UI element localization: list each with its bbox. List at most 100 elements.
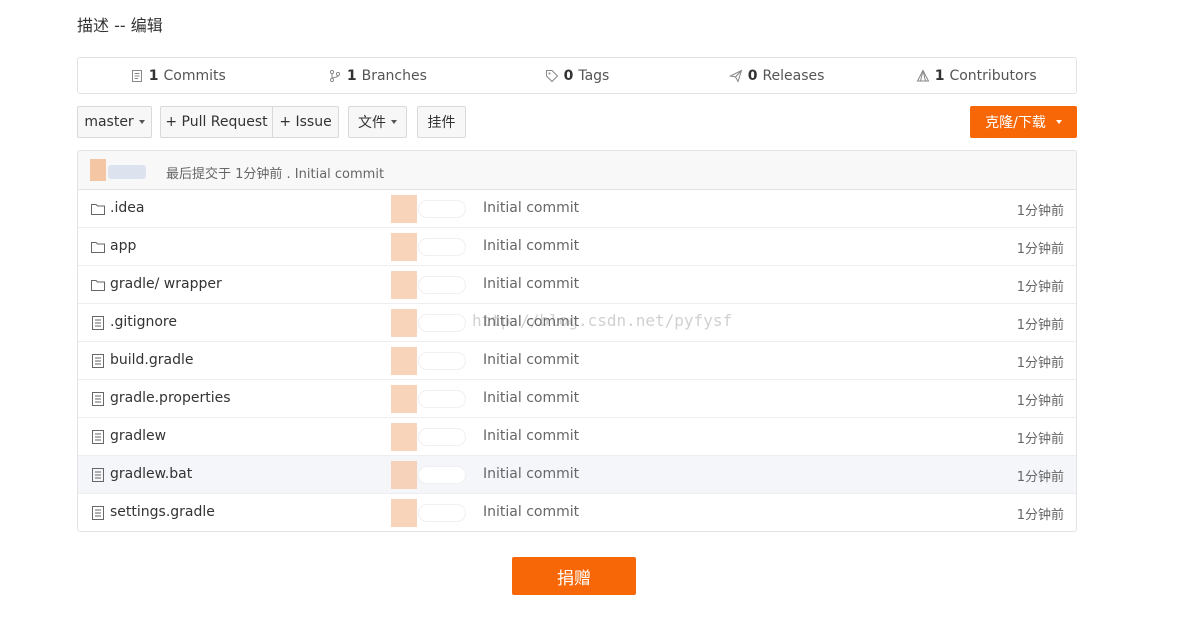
file-list: 最后提交于 1分钟前 . Initial commit .idea Initial…	[77, 150, 1077, 532]
file-row[interactable]: .idea Initial commit 1分钟前	[78, 190, 1076, 228]
file-name-link[interactable]: gradle/ wrapper	[110, 276, 222, 292]
file-name-link[interactable]: gradlew	[110, 428, 166, 444]
folder-icon	[90, 277, 106, 293]
stat-contributors-count: 1	[934, 67, 945, 84]
file-row[interactable]: gradlew.bat Initial commit 1分钟前	[78, 456, 1076, 494]
tag-icon	[545, 69, 558, 82]
last-commit-bar: 最后提交于 1分钟前 . Initial commit	[78, 151, 1076, 190]
commit-message-link[interactable]: Initial commit	[483, 276, 579, 292]
committer-avatar	[391, 271, 417, 299]
folder-icon	[90, 239, 106, 255]
stat-commits[interactable]: 1 Commits	[78, 68, 278, 84]
commit-message-link[interactable]: Initial commit	[483, 352, 579, 368]
contributors-icon	[916, 68, 930, 81]
commit-time: 1分钟前	[1016, 356, 1064, 371]
commit-message-link[interactable]: Initial commit	[483, 390, 579, 406]
commit-message-link[interactable]: Initial commit	[483, 314, 579, 330]
file-name-link[interactable]: build.gradle	[110, 352, 194, 368]
commit-message-link[interactable]: Initial commit	[483, 200, 579, 216]
stat-contributors[interactable]: 1 Contributors	[876, 68, 1076, 84]
last-commit-text[interactable]: 最后提交于 1分钟前 . Initial commit	[166, 163, 384, 182]
issue-button[interactable]: + Issue	[272, 106, 339, 138]
widget-button[interactable]: 挂件	[417, 106, 466, 138]
file-row[interactable]: build.gradle Initial commit 1分钟前	[78, 342, 1076, 380]
file-menu-button[interactable]: 文件	[348, 106, 407, 138]
stat-tags-label: Tags	[578, 67, 610, 84]
committer-avatar	[391, 499, 417, 527]
stat-releases[interactable]: 0 Releases	[677, 68, 877, 84]
commits-icon	[131, 69, 142, 82]
stat-branches-count: 1	[346, 67, 357, 84]
file-name-link[interactable]: settings.gradle	[110, 504, 215, 520]
file-icon	[90, 353, 106, 369]
committer-name	[418, 390, 466, 408]
commit-message-link[interactable]: Initial commit	[483, 428, 579, 444]
file-name-link[interactable]: gradle.properties	[110, 390, 231, 406]
commit-time: 1分钟前	[1016, 432, 1064, 447]
avatar	[90, 159, 146, 181]
committer-name	[418, 314, 466, 332]
stat-contributors-label: Contributors	[949, 67, 1037, 84]
committer-name	[418, 428, 466, 446]
committer-name	[418, 466, 466, 484]
file-name-link[interactable]: app	[110, 238, 136, 254]
committer-name	[418, 276, 466, 294]
stat-commits-count: 1	[148, 67, 159, 84]
repo-toolbar: master + Pull Request + Issue 文件 挂件 克隆/下…	[77, 106, 1077, 138]
file-icon	[90, 391, 106, 407]
commit-time: 1分钟前	[1016, 318, 1064, 333]
file-name-link[interactable]: gradlew.bat	[110, 466, 192, 482]
commit-time: 1分钟前	[1016, 470, 1064, 485]
file-icon	[90, 505, 106, 521]
committer-avatar	[391, 423, 417, 451]
commit-time: 1分钟前	[1016, 204, 1064, 219]
file-row[interactable]: settings.gradle Initial commit 1分钟前	[78, 494, 1076, 531]
committer-avatar	[391, 309, 417, 337]
commit-message-link[interactable]: Initial commit	[483, 466, 579, 482]
committer-avatar	[391, 233, 417, 261]
donate-button[interactable]: 捐赠	[512, 557, 636, 595]
file-name-link[interactable]: .gitignore	[110, 314, 177, 330]
file-row[interactable]: gradle/ wrapper Initial commit 1分钟前	[78, 266, 1076, 304]
stat-tags-count: 0	[563, 67, 574, 84]
commit-time: 1分钟前	[1016, 242, 1064, 257]
branch-icon	[329, 69, 340, 82]
branch-select-label: master	[84, 114, 134, 130]
stat-releases-label: Releases	[762, 67, 825, 84]
commit-message-link[interactable]: Initial commit	[483, 238, 579, 254]
commit-time: 1分钟前	[1016, 508, 1064, 523]
committer-avatar	[391, 195, 417, 223]
file-menu-label: 文件	[358, 115, 386, 131]
stat-tags[interactable]: 0 Tags	[477, 68, 677, 84]
committer-name	[418, 352, 466, 370]
stat-branches-label: Branches	[361, 67, 427, 84]
stat-branches[interactable]: 1 Branches	[278, 68, 478, 84]
committer-name	[418, 504, 466, 522]
commit-time: 1分钟前	[1016, 280, 1064, 295]
repo-description: 描述 -- 编辑	[77, 16, 163, 35]
stat-releases-count: 0	[747, 67, 758, 84]
clone-download-label: 克隆/下载	[985, 115, 1046, 131]
file-icon	[90, 467, 106, 483]
file-row[interactable]: gradlew Initial commit 1分钟前	[78, 418, 1076, 456]
file-icon	[90, 429, 106, 445]
folder-icon	[90, 201, 106, 217]
file-name-link[interactable]: .idea	[110, 200, 144, 216]
commit-message-link[interactable]: Initial commit	[483, 504, 579, 520]
branch-select[interactable]: master	[77, 106, 152, 138]
file-icon	[90, 315, 106, 331]
committer-name	[418, 200, 466, 218]
chevron-down-icon	[391, 120, 397, 124]
committer-avatar	[391, 347, 417, 375]
file-row[interactable]: app Initial commit 1分钟前	[78, 228, 1076, 266]
committer-name	[418, 238, 466, 256]
commit-time: 1分钟前	[1016, 394, 1064, 409]
file-row[interactable]: gradle.properties Initial commit 1分钟前	[78, 380, 1076, 418]
file-row[interactable]: .gitignore Initial commit 1分钟前	[78, 304, 1076, 342]
stat-commits-label: Commits	[163, 67, 226, 84]
repo-stats-bar: 1 Commits 1 Branches 0 Tags 0 Releases 1…	[77, 57, 1077, 94]
committer-avatar	[391, 385, 417, 413]
clone-download-button[interactable]: 克隆/下载	[970, 106, 1077, 138]
pull-request-button[interactable]: + Pull Request	[160, 106, 273, 138]
chevron-down-icon	[1055, 120, 1062, 124]
